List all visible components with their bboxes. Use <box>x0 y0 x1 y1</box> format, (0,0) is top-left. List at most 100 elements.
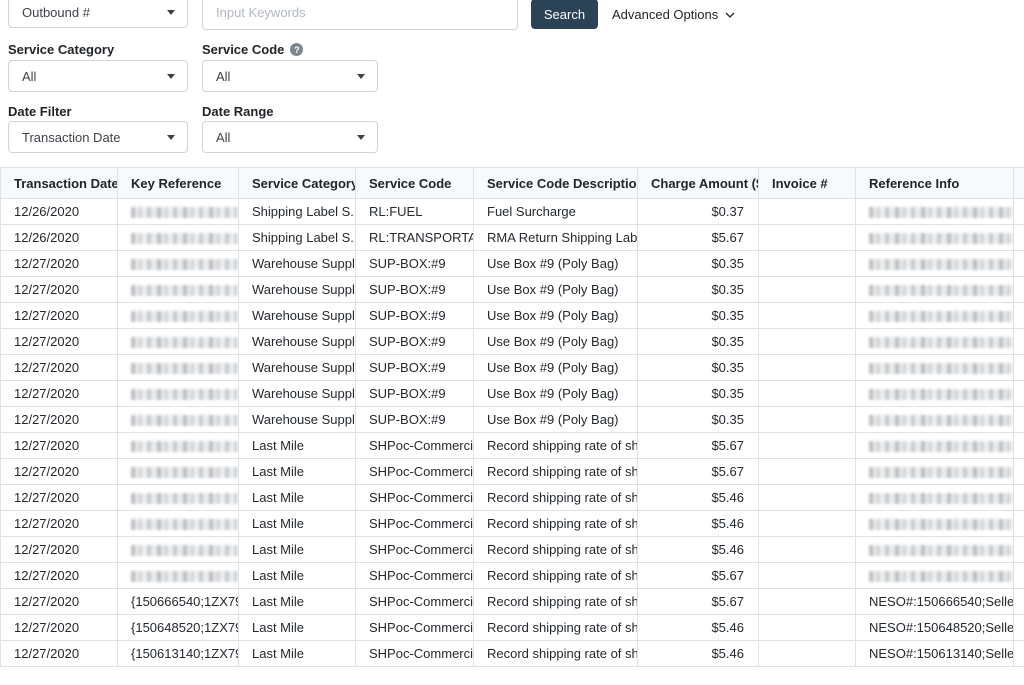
keywords-input[interactable] <box>202 0 518 30</box>
redacted-text <box>131 545 237 557</box>
reference-info-cell <box>855 250 1014 277</box>
date-filter-dropdown[interactable]: Transaction Date <box>8 121 188 153</box>
reference-info-cell <box>855 562 1014 589</box>
service-category-dropdown[interactable]: All <box>8 60 188 92</box>
invoice-cell <box>758 328 856 355</box>
reference-info-cell: NESO#:150613140;SellerOr... <box>855 640 1014 667</box>
chevron-down-icon <box>725 12 735 18</box>
col-header-service-code-description: Service Code Description <box>473 167 638 199</box>
date-filter-label: Date Filter <box>8 104 72 119</box>
service-category-value: All <box>22 68 37 84</box>
service-code-description-cell: Use Box #9 (Poly Bag) <box>473 328 638 355</box>
spacer-cell <box>1013 328 1024 355</box>
advanced-options-toggle[interactable]: Advanced Options <box>612 7 735 22</box>
table-row: 12/27/2020 Last Mile SHPoc-Commercial Recor… <box>0 536 1024 563</box>
service-code-cell: SHPoc-Commercial <box>355 640 474 667</box>
invoice-cell <box>758 640 856 667</box>
redacted-text <box>869 545 1013 557</box>
date-range-dropdown[interactable]: All <box>202 121 378 153</box>
charge-amount-cell: $5.46 <box>637 536 759 563</box>
invoice-cell <box>758 484 856 511</box>
redacted-text <box>869 415 1013 427</box>
service-category-cell: Warehouse Suppl... <box>238 276 356 303</box>
service-code-cell: SUP-BOX:#9 <box>355 250 474 277</box>
search-type-dropdown[interactable]: Outbound # <box>8 0 188 28</box>
invoice-cell <box>758 614 856 641</box>
redacted-text <box>869 233 1013 245</box>
transaction-date-cell: 12/27/2020 <box>0 380 118 407</box>
reference-info-cell <box>855 536 1014 563</box>
spacer-cell <box>1013 614 1024 641</box>
charge-amount-cell: $5.67 <box>637 224 759 251</box>
service-category-cell: Warehouse Suppl... <box>238 328 356 355</box>
service-code-cell: SUP-BOX:#9 <box>355 380 474 407</box>
col-header-charge-amount: Charge Amount ($) <box>637 167 759 199</box>
transaction-date-cell: 12/27/2020 <box>0 432 118 459</box>
redacted-text <box>131 389 237 401</box>
charge-amount-cell: $0.35 <box>637 406 759 433</box>
service-code-cell: SHPoc-Commercial <box>355 536 474 563</box>
service-category-label: Service Category <box>8 42 115 57</box>
date-range-label: Date Range <box>202 104 274 119</box>
redacted-text <box>869 285 1013 297</box>
service-code-cell: SHPoc-Commercial <box>355 432 474 459</box>
redacted-text <box>131 493 237 505</box>
redacted-text <box>131 259 237 271</box>
redacted-text <box>869 311 1013 323</box>
charge-amount-cell: $5.46 <box>637 510 759 537</box>
service-code-dropdown[interactable]: All <box>202 60 378 92</box>
chevron-down-icon <box>167 9 175 15</box>
search-button[interactable]: Search <box>531 0 598 29</box>
table-row: 12/26/2020 Shipping Label S... RL:TRANSPOR… <box>0 224 1024 251</box>
service-code-cell: SUP-BOX:#9 <box>355 406 474 433</box>
help-icon[interactable]: ? <box>290 43 304 56</box>
redacted-text <box>131 571 237 583</box>
service-category-cell: Last Mile <box>238 432 356 459</box>
redacted-text <box>869 259 1013 271</box>
key-reference-cell <box>117 250 239 277</box>
redacted-text <box>131 415 237 427</box>
key-reference-cell <box>117 380 239 407</box>
reference-info-cell: NESO#:150648520;SellerOr... <box>855 614 1014 641</box>
transaction-date-cell: 12/27/2020 <box>0 354 118 381</box>
service-category-cell: Last Mile <box>238 458 356 485</box>
spacer-cell <box>1013 458 1024 485</box>
reference-info-cell <box>855 432 1014 459</box>
reference-info-cell <box>855 328 1014 355</box>
transaction-date-cell: 12/27/2020 <box>0 458 118 485</box>
service-code-cell: SHPoc-Commercial <box>355 510 474 537</box>
key-reference-cell <box>117 276 239 303</box>
spacer-cell <box>1013 562 1024 589</box>
redacted-text <box>131 233 237 245</box>
key-reference-cell <box>117 458 239 485</box>
service-code-description-cell: Use Box #9 (Poly Bag) <box>473 250 638 277</box>
service-code-description-cell: Use Box #9 (Poly Bag) <box>473 406 638 433</box>
redacted-text <box>131 467 237 479</box>
spacer-cell <box>1013 536 1024 563</box>
invoice-cell <box>758 406 856 433</box>
spacer-cell <box>1013 224 1024 251</box>
charge-amount-cell: $0.35 <box>637 250 759 277</box>
service-category-cell: Warehouse Suppl... <box>238 250 356 277</box>
spacer-cell <box>1013 380 1024 407</box>
charge-amount-cell: $0.35 <box>637 380 759 407</box>
charge-amount-cell: $0.35 <box>637 302 759 329</box>
table-row: 12/27/2020 Last Mile SHPoc-Commercial Recor… <box>0 484 1024 511</box>
redacted-text <box>131 363 237 375</box>
service-code-cell: SUP-BOX:#9 <box>355 302 474 329</box>
redacted-text <box>131 311 237 323</box>
service-code-cell: SUP-BOX:#9 <box>355 354 474 381</box>
service-code-cell: SHPoc-Commercial <box>355 562 474 589</box>
transaction-date-cell: 12/27/2020 <box>0 536 118 563</box>
service-code-cell: SHPoc-Commercial <box>355 484 474 511</box>
table-row: 12/27/2020 Warehouse Suppl... SUP-BOX:#9 Us… <box>0 276 1024 303</box>
service-code-cell: SHPoc-Commercial <box>355 458 474 485</box>
chevron-down-icon <box>167 73 175 79</box>
transaction-date-cell: 12/27/2020 <box>0 640 118 667</box>
spacer-cell <box>1013 354 1024 381</box>
service-code-description-cell: Record shipping rate of shi... <box>473 458 638 485</box>
charge-amount-cell: $5.46 <box>637 614 759 641</box>
table-row: 12/27/2020{150648520;1ZX79...Last MileSH… <box>0 614 1024 641</box>
service-code-cell: SHPoc-Commercial <box>355 614 474 641</box>
transaction-date-cell: 12/27/2020 <box>0 510 118 537</box>
